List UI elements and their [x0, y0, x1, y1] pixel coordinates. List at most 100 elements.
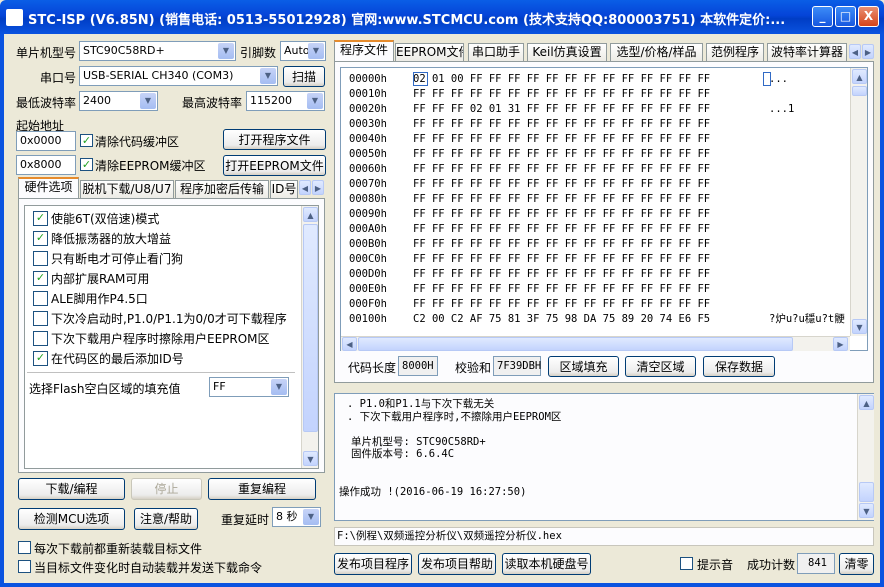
clear-area-button[interactable]: 清空区域 [625, 356, 696, 377]
fill-area-button[interactable]: 区域填充 [548, 356, 619, 377]
chevron-down-icon[interactable]: ▼ [303, 451, 318, 466]
tab-examples[interactable]: 范例程序 [706, 43, 764, 61]
tab-scroll-right-icon[interactable]: ▶ [312, 180, 324, 195]
scroll-thumb[interactable] [358, 337, 793, 351]
clear-code-checkbox[interactable]: ✓ [80, 134, 93, 147]
tab-eeprom-file[interactable]: EEPROM文件 [395, 43, 464, 61]
option-checkbox[interactable]: ✓ [33, 231, 48, 246]
tab-baud-calculator[interactable]: 波特率计算器 [767, 43, 847, 61]
hex-bytes: FF FF FF FF FF FF FF FF FF FF FF FF FF F… [413, 193, 711, 205]
reprogram-button[interactable]: 重复编程 [208, 478, 316, 500]
hex-addr: 00090h [349, 208, 387, 220]
log-scrollbar[interactable]: ▲ ▼ [857, 394, 874, 520]
option-checkbox[interactable] [33, 291, 48, 306]
option-label: ALE脚用作P4.5口 [51, 292, 148, 306]
chevron-up-icon[interactable]: ▲ [303, 207, 318, 222]
clear-code-label: 清除代码缓冲区 [95, 135, 180, 149]
chevron-down-icon[interactable]: ▼ [852, 319, 867, 334]
hex-vscrollbar[interactable]: ▲ ▼ [850, 68, 867, 336]
hex-row: 00020h FF FF FF 02 01 31 FF FF FF FF FF F… [349, 102, 849, 117]
min-baud-select[interactable]: 2400 ▼ [79, 91, 158, 111]
log-lines: . P1.0和P1.1与下次下载无关. 下次下载用户程序时,不擦除用户EEPRO… [339, 396, 855, 518]
tab-program-file[interactable]: 程序文件 [334, 40, 394, 61]
pins-label: 引脚数 [240, 46, 277, 60]
max-baud-value: 115200 [250, 94, 292, 107]
options-list: ✓ 使能6T(双倍速)模式 ✓ 降低振荡器的放大增益 只有断电才可停止看门狗 ✓ 内部… [24, 205, 319, 469]
read-disk-id-button[interactable]: 读取本机硬盘号 [502, 553, 591, 575]
scroll-thumb[interactable] [859, 482, 874, 502]
open-eeprom-button[interactable]: 打开EEPROM文件 [223, 155, 326, 176]
beep-checkbox[interactable] [680, 557, 693, 570]
auto-load-checkbox[interactable] [18, 560, 31, 573]
hex-bytes: FF FF FF FF FF FF FF FF FF FF FF FF FF F… [413, 298, 711, 310]
beep-label: 提示音 [697, 558, 734, 572]
option-label: 下次冷启动时,P1.0/P1.1为0/0才可下载程序 [51, 312, 287, 326]
min-baud-label: 最低波特率 [16, 96, 77, 110]
hex-row: 00090h FF FF FF FF FF FF FF FF FF FF FF F… [349, 207, 849, 222]
option-checkbox[interactable] [33, 251, 48, 266]
option-checkbox[interactable] [33, 311, 48, 326]
close-button[interactable]: X [858, 6, 879, 27]
chevron-down-icon: ▼ [307, 93, 323, 109]
tab-scroll-left-icon[interactable]: ◀ [849, 44, 861, 59]
clear-count-button[interactable]: 清零 [839, 553, 874, 575]
hex-bytes: 02 01 00 FF FF FF FF FF FF FF FF FF FF F… [413, 73, 711, 85]
hex-hscrollbar[interactable]: ◀ ▶ [341, 336, 850, 351]
maximize-button[interactable]: □ [835, 6, 856, 27]
hex-row: 00080h FF FF FF FF FF FF FF FF FF FF FF F… [349, 192, 849, 207]
hex-row: 00010h FF FF FF FF FF FF FF FF FF FF FF F… [349, 87, 849, 102]
tab-id[interactable]: ID号 [270, 180, 298, 198]
publish-program-button[interactable]: 发布项目程序 [334, 553, 412, 575]
code-address-input[interactable]: 0x0000 [16, 131, 76, 151]
scroll-thumb[interactable] [852, 86, 867, 96]
tab-serial-helper[interactable]: 串口助手 [468, 43, 524, 61]
tab-scroll-left-icon[interactable]: ◀ [299, 180, 311, 195]
repeat-delay-value: 8 秒 [276, 510, 298, 523]
pins-select[interactable]: Auto ▼ [280, 41, 326, 61]
tab-encrypted-transfer[interactable]: 程序加密后传输 [175, 180, 269, 198]
option-checkbox[interactable]: ✓ [33, 211, 48, 226]
options-scrollbar[interactable]: ▲ ▼ [301, 206, 318, 468]
hex-bytes: FF FF FF FF FF FF FF FF FF FF FF FF FF F… [413, 118, 711, 130]
save-data-button[interactable]: 保存数据 [703, 356, 775, 377]
chevron-up-icon[interactable]: ▲ [859, 395, 874, 410]
tab-keil-settings[interactable]: Keil仿真设置 [527, 43, 607, 61]
mcu-select[interactable]: STC90C58RD+ ▼ [79, 41, 236, 61]
hex-row: 00060h FF FF FF FF FF FF FF FF FF FF FF F… [349, 162, 849, 177]
port-select[interactable]: USB-SERIAL CH340 (COM3) ▼ [79, 66, 278, 86]
option-checkbox[interactable] [33, 331, 48, 346]
clear-eeprom-checkbox[interactable]: ✓ [80, 158, 93, 171]
download-button[interactable]: 下载/编程 [18, 478, 125, 500]
option-checkbox[interactable]: ✓ [33, 271, 48, 286]
reload-checkbox[interactable] [18, 541, 31, 554]
log-line: 操作成功 !(2016-06-19 16:27:50) [339, 485, 527, 498]
tab-offline-download[interactable]: 脱机下载/U8/U7 [80, 180, 174, 198]
chevron-up-icon[interactable]: ▲ [852, 69, 867, 84]
max-baud-select[interactable]: 115200 ▼ [246, 91, 325, 111]
hex-view[interactable]: 00000h 02 01 00 FF FF FF FF FF FF FF FF F… [340, 67, 868, 351]
stop-button[interactable]: 停止 [131, 478, 202, 500]
tab-hardware-options[interactable]: 硬件选项 [18, 177, 79, 198]
log-output[interactable]: . P1.0和P1.1与下次下载无关. 下次下载用户程序时,不擦除用户EEPRO… [334, 393, 874, 521]
chevron-right-icon[interactable]: ▶ [833, 337, 848, 351]
hex-row: 00030h FF FF FF FF FF FF FF FF FF FF FF F… [349, 117, 849, 132]
open-program-button[interactable]: 打开程序文件 [223, 129, 326, 150]
option-label: 使能6T(双倍速)模式 [51, 212, 160, 226]
success-count-label: 成功计数 [747, 558, 796, 572]
scroll-thumb[interactable] [303, 224, 318, 432]
help-button[interactable]: 注意/帮助 [134, 508, 198, 530]
scan-button[interactable]: 扫描 [283, 66, 325, 87]
tab-selection-price[interactable]: 选型/价格/样品 [610, 43, 703, 61]
minimize-button[interactable]: _ [812, 6, 833, 27]
chevron-left-icon[interactable]: ◀ [342, 337, 357, 351]
tab-scroll-right-icon[interactable]: ▶ [862, 44, 874, 59]
option-checkbox[interactable]: ✓ [33, 351, 48, 366]
repeat-delay-select[interactable]: 8 秒 ▼ [272, 507, 321, 527]
fill-select[interactable]: FF ▼ [209, 377, 289, 397]
hex-addr: 000F0h [349, 298, 387, 310]
chevron-down-icon[interactable]: ▼ [859, 503, 874, 518]
publish-help-button[interactable]: 发布项目帮助 [418, 553, 496, 575]
hex-cursor [413, 72, 428, 86]
eeprom-address-input[interactable]: 0x8000 [16, 155, 76, 175]
detect-mcu-button[interactable]: 检测MCU选项 [18, 508, 125, 530]
